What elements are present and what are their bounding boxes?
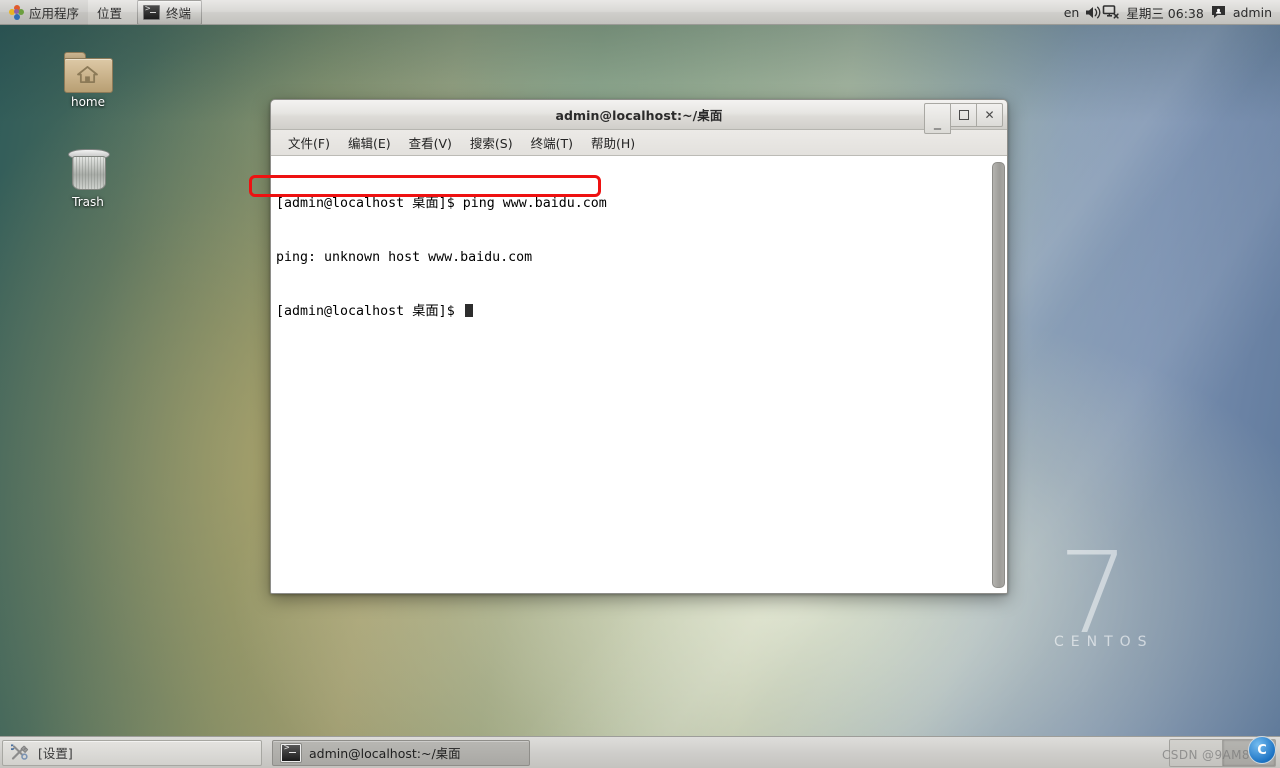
taskbar-window-label: admin@localhost:~/桌面 (309, 746, 461, 761)
trash-can-icon (64, 148, 112, 192)
top-panel-left-group: 应用程序 位置 终端 (0, 0, 203, 25)
desktop-icon-home[interactable]: home (45, 50, 131, 109)
window-controls: _ ✕ (924, 103, 1003, 134)
scrollbar-thumb[interactable] (992, 162, 1005, 588)
menu-terminal[interactable]: 终端(T) (522, 131, 582, 154)
menu-help[interactable]: 帮助(H) (582, 131, 644, 154)
network-disconnected-icon[interactable] (1102, 3, 1120, 21)
terminal-output-area[interactable]: [admin@localhost 桌面]$ ping www.baidu.com… (271, 156, 1007, 593)
taskbar-settings-label: [设置] (38, 746, 73, 761)
applications-menu-label: 应用程序 (29, 5, 80, 21)
bottom-taskbar: [设置] admin@localhost:~/桌面 CSDN @9AM8323 … (0, 736, 1280, 768)
top-panel: 应用程序 位置 终端 en (0, 0, 1280, 25)
menu-edit[interactable]: 编辑(E) (339, 131, 400, 154)
active-window-label: 终端 (166, 5, 192, 21)
taskbar-settings-button[interactable]: [设置] (2, 739, 262, 766)
menu-file[interactable]: 文件(F) (279, 131, 339, 154)
applications-menu[interactable]: 应用程序 (0, 0, 89, 25)
terminal-icon (281, 743, 301, 762)
workspace-2[interactable] (1222, 739, 1275, 766)
tools-icon (9, 744, 31, 761)
desktop-icon-label: Trash (72, 195, 104, 209)
clock[interactable]: 星期三 06:38 (1120, 3, 1210, 22)
desktop-icon-trash[interactable]: Trash (45, 148, 131, 209)
maximize-icon (958, 110, 969, 120)
places-menu-label: 位置 (97, 5, 123, 21)
workspace-switcher[interactable] (1169, 738, 1276, 767)
terminal-titlebar[interactable]: admin@localhost:~/桌面 _ ✕ (271, 100, 1007, 134)
terminal-line-prompt: [admin@localhost 桌面]$ (276, 303, 992, 321)
terminal-scrollbar[interactable] (992, 160, 1005, 590)
terminal-cursor (464, 304, 473, 317)
speaker-icon[interactable] (1084, 3, 1102, 21)
terminal-line: [admin@localhost 桌面]$ ping www.baidu.com (276, 196, 607, 211)
minimize-button[interactable]: _ (924, 103, 951, 134)
places-menu[interactable]: 位置 (88, 0, 131, 25)
workspace-1[interactable] (1170, 739, 1222, 766)
taskbar-right-group (1169, 738, 1278, 767)
prompt-text: [admin@localhost 桌面]$ (276, 304, 463, 319)
close-button[interactable]: ✕ (976, 103, 1003, 127)
keyboard-language-indicator[interactable]: en (1059, 5, 1085, 20)
desktop-screen: 7 CENTOS 应用程序 位置 终端 en (0, 0, 1280, 768)
top-panel-right-group: en 星期三 06:38 admin (1059, 0, 1280, 25)
desktop-icon-label: home (70, 95, 106, 109)
terminal-line-error: ping: unknown host www.baidu.com (276, 250, 533, 265)
folder-home-icon (64, 50, 113, 93)
terminal-text: [admin@localhost 桌面]$ ping www.baidu.com… (274, 159, 992, 591)
menu-search[interactable]: 搜索(S) (461, 131, 522, 154)
current-user-label[interactable]: admin (1228, 5, 1272, 20)
terminal-icon (143, 4, 161, 20)
terminal-window: admin@localhost:~/桌面 _ ✕ 文件(F) 编辑(E) 查看(… (270, 99, 1008, 594)
maximize-button[interactable] (950, 103, 977, 127)
terminal-title: admin@localhost:~/桌面 (555, 108, 723, 123)
terminal-menubar: 文件(F) 编辑(E) 查看(V) 搜索(S) 终端(T) 帮助(H) (271, 130, 1007, 156)
applications-grid-icon (9, 4, 24, 20)
user-chat-icon[interactable] (1210, 3, 1228, 21)
taskbar-window-button-terminal[interactable]: admin@localhost:~/桌面 (272, 739, 530, 766)
active-window-button[interactable]: 终端 (137, 0, 203, 25)
menu-view[interactable]: 查看(V) (400, 131, 461, 154)
